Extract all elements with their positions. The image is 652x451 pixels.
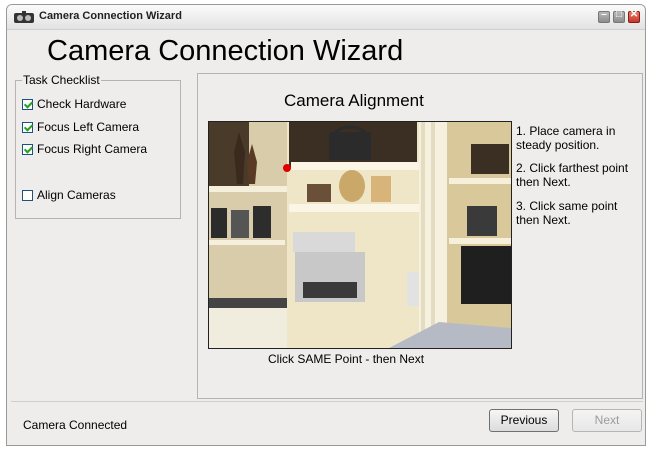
panel-title: Camera Alignment — [284, 91, 424, 110]
checklist-item-focus-left-camera[interactable]: Focus Left Camera — [22, 120, 139, 136]
camera-preview[interactable] — [208, 121, 512, 349]
previous-button[interactable]: Previous — [489, 409, 559, 432]
checkbox-checked-icon[interactable] — [22, 122, 33, 133]
status-divider — [11, 401, 643, 402]
camera-feed-image — [209, 122, 511, 348]
task-checklist: Task Checklist Check Hardware Focus Left… — [15, 73, 181, 219]
instruction-step-2: 2. Click farthest point then Next. — [516, 161, 629, 189]
checklist-item-label: Check Hardware — [37, 97, 127, 111]
checklist-item-align-cameras[interactable]: Align Cameras — [22, 188, 116, 204]
close-button[interactable]: ✕ — [628, 9, 640, 23]
checkbox-unchecked-icon[interactable] — [22, 190, 33, 201]
checklist-item-label: Focus Right Camera — [37, 142, 148, 156]
alignment-marker-dot — [283, 164, 291, 172]
status-text: Camera Connected — [23, 418, 128, 432]
checklist-item-check-hardware[interactable]: Check Hardware — [22, 97, 126, 113]
checkbox-checked-icon[interactable] — [22, 144, 33, 155]
camera-app-icon — [14, 11, 34, 23]
title-bar[interactable]: Camera Connection Wizard – □ ✕ — [7, 5, 645, 30]
camera-caption: Click SAME Point - then Next — [268, 352, 425, 366]
instruction-step-3: 3. Click same point then Next. — [516, 199, 618, 227]
close-icon: ✕ — [629, 9, 639, 20]
minimize-button[interactable]: – — [598, 9, 610, 23]
camera-alignment-panel: Camera Alignment Click SAME Point - then… — [197, 73, 643, 399]
checkbox-checked-icon[interactable] — [22, 99, 33, 110]
page-title: Camera Connection Wizard — [47, 35, 404, 67]
maximize-button[interactable]: □ — [613, 9, 625, 23]
task-checklist-legend: Task Checklist — [22, 73, 101, 87]
checklist-item-label: Align Cameras — [37, 188, 116, 202]
instruction-step-1: 1. Place camera in steady position. — [516, 124, 616, 152]
minimize-icon: – — [601, 9, 607, 20]
maximize-icon: □ — [615, 9, 623, 20]
next-button[interactable]: Next — [572, 409, 642, 432]
wizard-window: Camera Connection Wizard – □ ✕ Camera Co… — [6, 4, 646, 446]
checklist-item-label: Focus Left Camera — [37, 120, 140, 134]
window-title: Camera Connection Wizard — [39, 10, 182, 22]
checklist-item-focus-right-camera[interactable]: Focus Right Camera — [22, 142, 147, 158]
